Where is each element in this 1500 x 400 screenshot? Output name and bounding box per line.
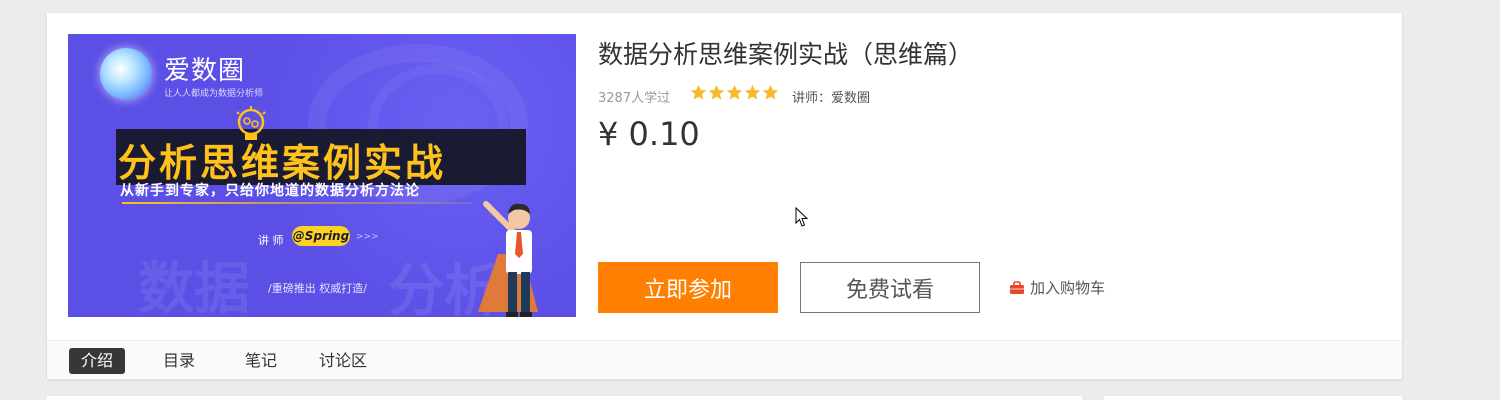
star-icon xyxy=(690,84,707,100)
tab-discussion[interactable]: 讨论区 xyxy=(319,348,367,374)
banner-subtitle: 从新手到专家，只给你地道的数据分析方法论 xyxy=(120,183,420,199)
course-title: 数据分析思维案例实战（思维篇） xyxy=(598,40,974,69)
lecturer-name: 讲师：爱数圈 xyxy=(792,91,871,106)
add-to-cart-link[interactable]: 加入购物车 xyxy=(1009,277,1105,298)
join-now-button[interactable]: 立即参加 xyxy=(598,262,778,313)
banner-watermark-left: 数据 xyxy=(138,256,250,317)
mouse-cursor-icon xyxy=(795,207,809,227)
star-icon xyxy=(726,84,743,100)
star-icon xyxy=(708,84,725,100)
banner-logo-name: 爱数圈 xyxy=(164,56,246,86)
banner-logo-slogan: 让人人都成为数据分析师 xyxy=(164,89,264,99)
free-preview-button[interactable]: 免费试看 xyxy=(800,262,980,313)
content-panel xyxy=(47,396,1082,400)
star-icon xyxy=(762,84,779,100)
banner-lecturer-label: 讲 师 xyxy=(258,234,284,247)
star-icon xyxy=(744,84,761,100)
banner-underline xyxy=(122,202,472,204)
learner-count: 3287人学过 xyxy=(598,91,671,106)
banner-title: 分析思维案例实战 xyxy=(118,141,447,185)
rating-stars xyxy=(690,84,779,101)
course-tabs: 介绍 目录 笔记 讨论区 xyxy=(47,340,1402,379)
banner-lecturer-badge: @Spring xyxy=(292,226,350,246)
presenter-illustration xyxy=(478,201,538,317)
course-banner-image[interactable]: 爱数圈 让人人都成为数据分析师 数据 分析 分析思维案例实战 从新手到专家，只给… xyxy=(68,34,576,317)
side-panel xyxy=(1104,396,1402,400)
lightbulb-icon xyxy=(236,106,266,140)
course-price: ¥ 0.10 xyxy=(598,115,700,153)
cart-icon xyxy=(1010,280,1024,294)
banner-tagline: /重磅推出 权威打造/ xyxy=(268,282,367,295)
add-to-cart-label: 加入购物车 xyxy=(1030,279,1106,297)
course-card: 爱数圈 让人人都成为数据分析师 数据 分析 分析思维案例实战 从新手到专家，只给… xyxy=(47,13,1402,379)
tab-notes[interactable]: 笔记 xyxy=(245,348,277,374)
banner-arrows: >>> xyxy=(356,232,379,242)
tab-catalog[interactable]: 目录 xyxy=(163,348,195,374)
logo-icon xyxy=(100,48,152,100)
tab-intro[interactable]: 介绍 xyxy=(69,348,125,374)
